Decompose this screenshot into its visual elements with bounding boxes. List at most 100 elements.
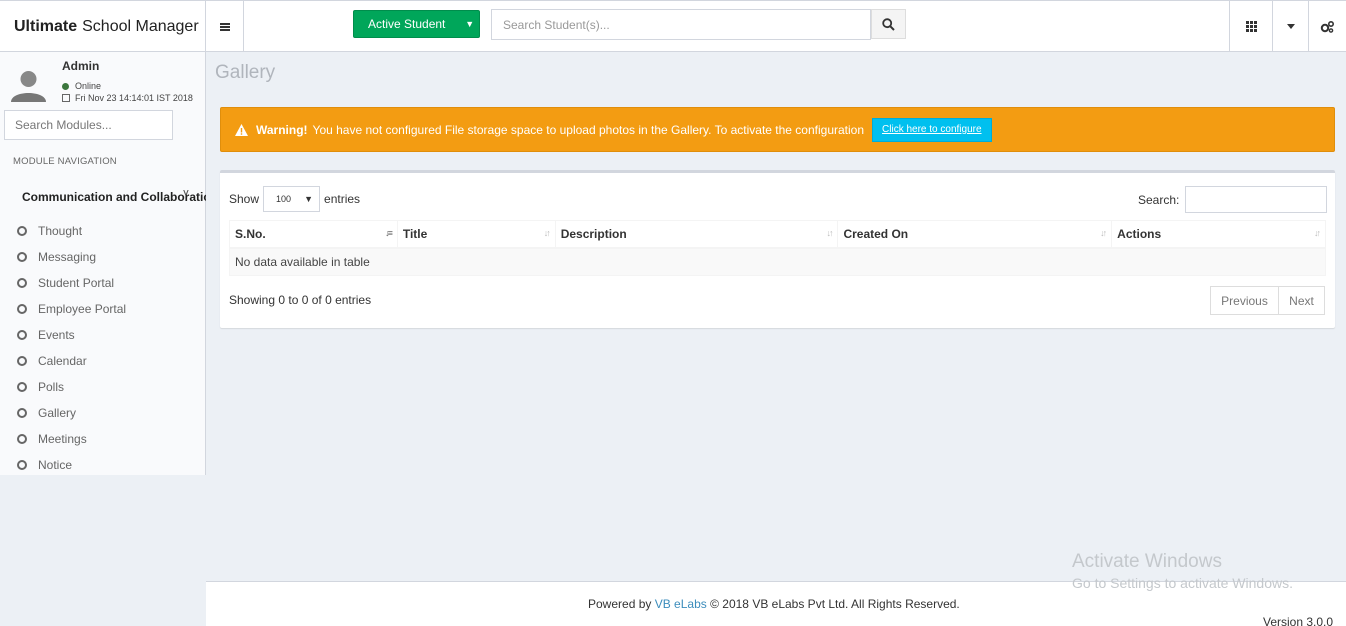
online-status: Online	[62, 81, 101, 91]
table-info: Showing 0 to 0 of 0 entries	[229, 293, 372, 307]
sidebar-item-label: Gallery	[38, 406, 77, 420]
logo-bold: Ultimate	[14, 17, 78, 35]
sidebar-item-messaging[interactable]: Messaging	[0, 244, 206, 270]
sort-icon: ↓↑	[1100, 228, 1107, 238]
column-header-actions[interactable]: Actions ↓↑	[1111, 220, 1326, 249]
watermark-subtitle: Go to Settings to activate Windows.	[1072, 575, 1293, 591]
module-search-input[interactable]: Search Modules...	[4, 110, 173, 140]
table-search-input[interactable]	[1185, 186, 1328, 213]
app-logo[interactable]: Ultimate School Manager	[0, 1, 206, 52]
search-icon	[882, 17, 895, 31]
sidebar-item-meetings[interactable]: Meetings	[0, 426, 206, 452]
entries-length-control: Show 100 ▼ entries	[229, 186, 360, 212]
sidebar-item-events[interactable]: Events	[0, 322, 206, 348]
sidebar-item-label: Messaging	[38, 250, 97, 264]
copyright-text: © 2018 VB eLabs Pvt Ltd. All Rights Rese…	[710, 597, 960, 611]
sort-icon: ↓↑	[1314, 228, 1321, 238]
circle-icon	[17, 460, 27, 470]
circle-icon	[17, 408, 27, 418]
entries-value: 100	[276, 194, 292, 204]
next-page-button[interactable]: Next	[1279, 286, 1325, 315]
sort-icon: ↓↑	[543, 228, 551, 238]
gallery-table-box: Show 100 ▼ entries Search: S.No. ↓≡ Title ↓…	[220, 170, 1335, 328]
sidebar-parent-label: Communication and Collaboration	[22, 190, 206, 204]
circle-icon	[17, 304, 27, 314]
user-dropdown-button[interactable]	[1272, 1, 1308, 52]
datetime-text: Fri Nov 23 14:14:01 IST 2018	[75, 93, 193, 103]
company-link[interactable]: VB eLabs	[655, 597, 707, 611]
entries-select[interactable]: 100 ▼	[263, 186, 321, 212]
windows-activation-watermark: Activate Windows Go to Settings to activ…	[1072, 551, 1293, 591]
caret-down-icon[interactable]: ▼	[460, 19, 479, 29]
sidebar-item-label: Employee Portal	[38, 302, 127, 316]
empty-table-message: No data available in table	[229, 247, 1326, 276]
avatar	[11, 71, 46, 102]
sidebar-item-label: Student Portal	[38, 276, 115, 290]
current-datetime: Fri Nov 23 14:14:01 IST 2018	[62, 93, 193, 103]
column-header-created-on[interactable]: Created On ↓↑	[837, 220, 1113, 249]
previous-page-button[interactable]: Previous	[1210, 286, 1279, 315]
sidebar-item-label: Notice	[38, 458, 73, 472]
logo-text: School Manager	[82, 17, 199, 35]
apps-menu-button[interactable]	[1229, 1, 1272, 52]
sidebar-toggle-button[interactable]	[206, 1, 244, 52]
sidebar-item-thought[interactable]: Thought	[0, 218, 206, 244]
alert-strong: Warning!	[256, 122, 308, 137]
show-label: Show	[229, 192, 260, 206]
top-header: Ultimate School Manager Active Student ▼…	[0, 0, 1346, 52]
sidebar: Admin Online Fri Nov 23 14:14:01 IST 201…	[0, 52, 206, 626]
online-dot-icon	[62, 82, 69, 90]
sidebar-item-label: Polls	[38, 380, 65, 394]
sidebar-item-gallery[interactable]: Gallery	[0, 400, 206, 426]
module-navigation-heading: MODULE NAVIGATION	[13, 156, 117, 167]
sidebar-item-label: Meetings	[38, 432, 87, 446]
column-header-title[interactable]: Title ↓↑	[396, 220, 556, 249]
column-header-sno[interactable]: S.No. ↓≡	[229, 220, 398, 249]
sidebar-item-label: Calendar	[38, 354, 87, 368]
sort-asc-icon: ↓≡	[385, 228, 393, 238]
sidebar-empty-area	[0, 475, 206, 626]
sidebar-item-calendar[interactable]: Calendar	[0, 348, 206, 374]
search-button[interactable]	[871, 9, 906, 39]
chevron-down-icon: ˅	[183, 188, 189, 199]
sidebar-item-communication[interactable]: Communication and Collaboration ˅	[0, 185, 206, 209]
caret-down-icon	[1286, 24, 1295, 29]
pagination: Previous Next	[1210, 286, 1325, 315]
watermark-title: Activate Windows	[1072, 551, 1222, 572]
sidebar-item-polls[interactable]: Polls	[0, 374, 206, 400]
status-text: Online	[75, 81, 102, 91]
settings-button[interactable]	[1308, 1, 1346, 52]
configure-button[interactable]: Click here to configure	[872, 117, 992, 142]
column-label: S.No.	[235, 226, 266, 241]
user-name: Admin	[62, 59, 100, 73]
active-student-button[interactable]: Active Student ▼	[353, 10, 480, 38]
sidebar-item-student-portal[interactable]: Student Portal	[0, 270, 206, 296]
grid-icon	[1245, 21, 1257, 32]
column-header-description[interactable]: Description ↓↑	[554, 220, 839, 249]
circle-icon	[17, 330, 27, 340]
column-label: Created On	[843, 226, 909, 241]
gallery-table: S.No. ↓≡ Title ↓↑ Description ↓↑ Created On…	[229, 220, 1326, 276]
sidebar-item-employee-portal[interactable]: Employee Portal	[0, 296, 206, 322]
calendar-icon	[62, 94, 70, 102]
circle-icon	[17, 278, 27, 288]
sidebar-submenu: Thought Messaging Student Portal Employe…	[0, 218, 206, 478]
column-label: Title	[402, 226, 428, 241]
table-header-row: S.No. ↓≡ Title ↓↑ Description ↓↑ Created On…	[229, 220, 1326, 249]
circle-icon	[17, 434, 27, 444]
table-row: No data available in table	[229, 247, 1326, 276]
powered-by-label: Powered by	[588, 597, 652, 611]
sidebar-item-label: Thought	[38, 224, 83, 238]
sidebar-item-label: Events	[38, 328, 75, 342]
active-student-label: Active Student	[368, 17, 446, 31]
version-text: Version 3.0.0	[1263, 615, 1334, 626]
hamburger-icon	[219, 22, 230, 31]
circle-icon	[17, 382, 27, 392]
caret-down-icon: ▼	[304, 194, 314, 204]
alert-message: You have not configured File storage spa…	[312, 122, 865, 137]
warning-icon	[235, 123, 248, 136]
gears-icon	[1320, 20, 1335, 33]
user-panel: Admin Online Fri Nov 23 14:14:01 IST 201…	[0, 52, 206, 108]
student-search-input[interactable]: Search Student(s)...	[491, 9, 871, 40]
table-search-label: Search:	[1138, 192, 1180, 207]
